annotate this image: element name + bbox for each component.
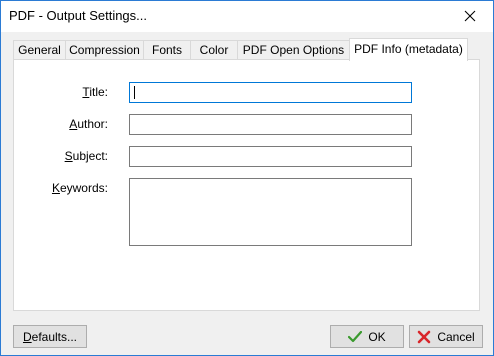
title-bar: PDF - Output Settings... xyxy=(1,1,493,32)
close-icon xyxy=(464,10,476,22)
cancel-label: Cancel xyxy=(437,329,475,344)
tab-fonts[interactable]: Fonts xyxy=(143,40,191,59)
keywords-label: Keywords: xyxy=(51,181,108,195)
tab-label: Compression xyxy=(69,43,140,57)
dialog-window: PDF - Output Settings... General Compres… xyxy=(0,0,494,356)
tab-pdf-open-options[interactable]: PDF Open Options xyxy=(237,40,350,59)
defaults-label: Defaults... xyxy=(22,329,78,344)
subject-field[interactable] xyxy=(129,146,412,167)
title-label: Title: xyxy=(82,85,108,99)
subject-label: Subject: xyxy=(64,149,108,163)
cancel-button[interactable]: Cancel xyxy=(409,325,483,348)
tab-label: Fonts xyxy=(151,43,182,57)
text-caret xyxy=(134,86,135,99)
author-field[interactable] xyxy=(129,114,412,135)
window-title: PDF - Output Settings... xyxy=(9,8,147,23)
tab-general[interactable]: General xyxy=(13,40,66,59)
ok-button[interactable]: OK xyxy=(330,325,404,348)
close-button[interactable] xyxy=(447,1,493,31)
tab-label: PDF Open Options xyxy=(242,43,345,57)
tab-label: PDF Info (metadata) xyxy=(354,42,463,56)
tab-pdf-info-metadata[interactable]: PDF Info (metadata) xyxy=(349,38,468,61)
author-label: Author: xyxy=(69,117,108,131)
title-field[interactable] xyxy=(129,82,412,103)
tab-label: General xyxy=(18,43,61,57)
keywords-field[interactable] xyxy=(129,178,412,246)
tab-color[interactable]: Color xyxy=(190,40,238,59)
tab-compression[interactable]: Compression xyxy=(65,40,144,59)
defaults-button[interactable]: Defaults... xyxy=(13,325,87,348)
x-icon xyxy=(418,330,431,343)
ok-label: OK xyxy=(368,329,386,344)
tab-panel-pdf-info: Title: Author: Subject: Keywords: xyxy=(13,59,480,311)
check-icon xyxy=(348,330,363,342)
tab-label: Color xyxy=(199,43,229,57)
